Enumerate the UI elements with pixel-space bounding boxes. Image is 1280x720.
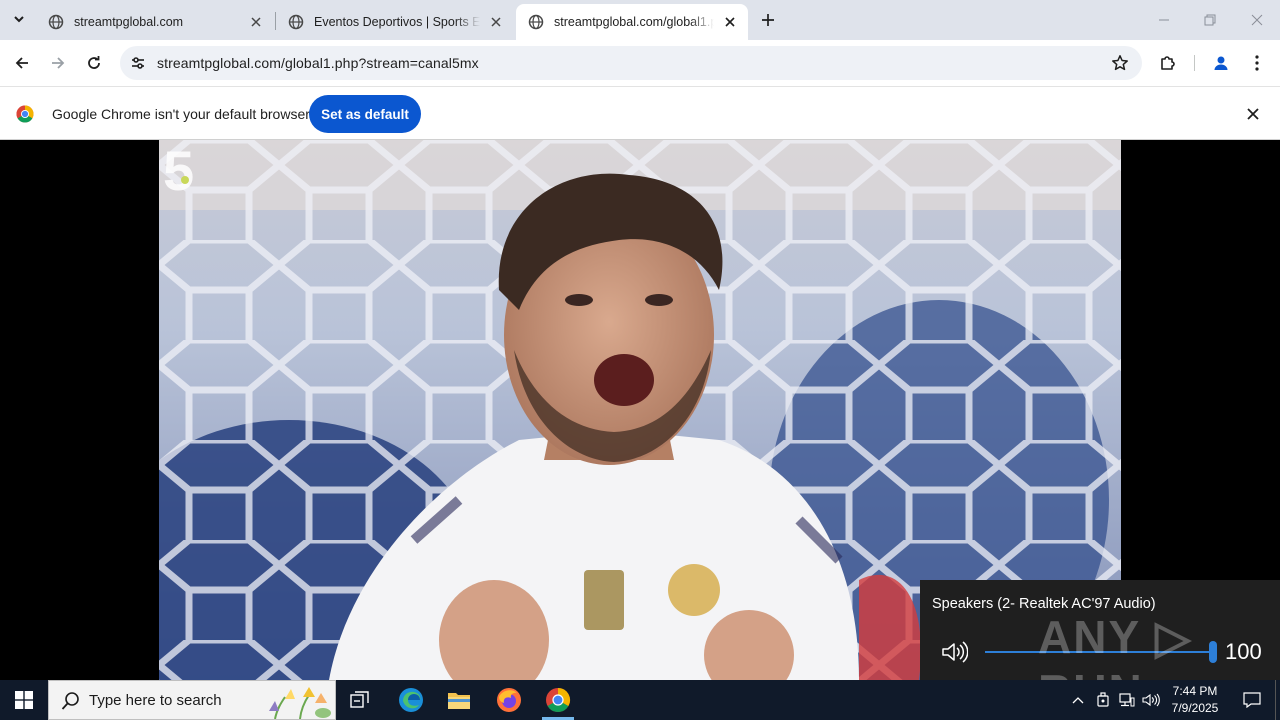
tray-device-icon[interactable] bbox=[1092, 680, 1114, 720]
set-as-default-button[interactable]: Set as default bbox=[309, 95, 421, 133]
close-tab-icon[interactable] bbox=[488, 14, 504, 30]
globe-icon bbox=[48, 14, 64, 30]
close-icon bbox=[1251, 14, 1263, 26]
edge-icon bbox=[399, 688, 423, 712]
tab-search-button[interactable] bbox=[8, 8, 30, 30]
default-browser-infobar: Google Chrome isn't your default browser… bbox=[0, 86, 1280, 140]
kebab-menu-icon bbox=[1255, 55, 1259, 71]
avatar-icon bbox=[1214, 56, 1228, 70]
menu-button[interactable] bbox=[1243, 49, 1271, 77]
tray-overflow-button[interactable] bbox=[1068, 680, 1088, 720]
infobar-close-icon[interactable] bbox=[1244, 105, 1262, 123]
volume-slider-thumb[interactable] bbox=[1209, 641, 1217, 663]
windows-logo-icon bbox=[15, 691, 33, 709]
search-icon bbox=[61, 692, 79, 710]
taskbar-firefox[interactable] bbox=[485, 680, 533, 720]
close-tab-icon[interactable] bbox=[722, 14, 738, 30]
restore-button[interactable] bbox=[1187, 0, 1233, 40]
task-view-icon bbox=[350, 691, 369, 708]
firefox-icon bbox=[497, 688, 521, 712]
back-button[interactable] bbox=[8, 49, 36, 77]
address-bar[interactable]: streamtpglobal.com/global1.php?stream=ca… bbox=[120, 46, 1142, 80]
network-icon bbox=[1119, 693, 1135, 707]
notification-icon bbox=[1243, 692, 1261, 708]
volume-slider-track[interactable] bbox=[985, 651, 1213, 653]
speaker-icon bbox=[1142, 693, 1160, 707]
chrome-logo-icon bbox=[16, 105, 34, 123]
puzzle-icon bbox=[1161, 56, 1175, 70]
taskbar-clock[interactable]: 7:44 PM 7/9/2025 bbox=[1162, 683, 1228, 717]
globe-icon bbox=[528, 14, 544, 30]
restore-icon bbox=[1204, 14, 1216, 26]
chevron-down-icon bbox=[14, 16, 24, 23]
taskbar-file-explorer[interactable] bbox=[435, 680, 483, 720]
speaker-icon[interactable] bbox=[940, 640, 968, 664]
bookmark-star-icon[interactable] bbox=[1110, 53, 1130, 73]
screen: streamtpglobal.com Eventos Deportivos | … bbox=[0, 0, 1280, 720]
tray-volume-icon[interactable] bbox=[1140, 680, 1162, 720]
show-desktop-button[interactable] bbox=[1275, 680, 1280, 720]
site-settings-icon[interactable] bbox=[128, 53, 148, 73]
arrow-right-icon bbox=[52, 57, 65, 69]
search-placeholder: Type here to search bbox=[89, 692, 222, 709]
reload-button[interactable] bbox=[80, 49, 108, 77]
new-tab-button[interactable] bbox=[757, 9, 779, 31]
volume-level: 100 bbox=[1225, 639, 1262, 664]
forward-button[interactable] bbox=[44, 49, 72, 77]
profile-button[interactable] bbox=[1207, 49, 1235, 77]
tab-title: streamtpglobal.com bbox=[74, 15, 184, 29]
tab-strip: streamtpglobal.com Eventos Deportivos | … bbox=[0, 0, 1280, 40]
tab-title: streamtpglobal.com/global1.php bbox=[554, 15, 714, 29]
tab-3-active[interactable]: streamtpglobal.com/global1.php bbox=[516, 4, 748, 40]
taskbar-chrome[interactable] bbox=[534, 680, 582, 720]
channel-5-logo: 5 bbox=[163, 140, 194, 198]
search-highlight-flowers-image bbox=[269, 687, 331, 719]
svg-text:5: 5 bbox=[163, 140, 194, 198]
tray-network-icon[interactable] bbox=[1116, 680, 1138, 720]
extensions-button[interactable] bbox=[1154, 49, 1182, 77]
tab-title: Eventos Deportivos | Sports Eve bbox=[314, 15, 480, 29]
folder-icon bbox=[448, 693, 470, 709]
close-window-button[interactable] bbox=[1234, 0, 1280, 40]
clock-time: 7:44 PM bbox=[1172, 684, 1218, 698]
taskbar-search-box[interactable]: Type here to search bbox=[48, 680, 336, 720]
usb-device-icon bbox=[1097, 692, 1109, 707]
taskbar-edge[interactable] bbox=[387, 680, 435, 720]
chrome-icon bbox=[546, 688, 571, 713]
minimize-icon bbox=[1159, 19, 1169, 21]
chevron-up-icon bbox=[1072, 697, 1084, 704]
minimize-button[interactable] bbox=[1141, 0, 1187, 40]
arrow-left-icon bbox=[15, 57, 28, 69]
windows-taskbar: Type here to search 7:44 PM 7/9/2025 bbox=[0, 680, 1280, 720]
clock-date: 7/9/2025 bbox=[1171, 701, 1219, 715]
url-text[interactable]: streamtpglobal.com/global1.php?stream=ca… bbox=[157, 55, 479, 71]
tab-2[interactable]: Eventos Deportivos | Sports Eve bbox=[276, 4, 514, 40]
volume-flyout: Speakers (2- Realtek AC'97 Audio) 100 AN… bbox=[920, 580, 1280, 717]
reload-icon bbox=[88, 56, 100, 69]
infobar-message: Google Chrome isn't your default browser bbox=[52, 106, 310, 122]
plus-icon bbox=[762, 14, 774, 26]
close-tab-icon[interactable] bbox=[248, 14, 264, 30]
browser-toolbar: streamtpglobal.com/global1.php?stream=ca… bbox=[0, 40, 1280, 86]
globe-icon bbox=[288, 14, 304, 30]
toolbar-divider bbox=[1194, 55, 1195, 71]
audio-device-name[interactable]: Speakers (2- Realtek AC'97 Audio) bbox=[932, 596, 1156, 612]
tab-1[interactable]: streamtpglobal.com bbox=[36, 4, 274, 40]
start-button[interactable] bbox=[0, 680, 48, 720]
task-view-button[interactable] bbox=[336, 680, 384, 720]
action-center-button[interactable] bbox=[1232, 680, 1272, 720]
